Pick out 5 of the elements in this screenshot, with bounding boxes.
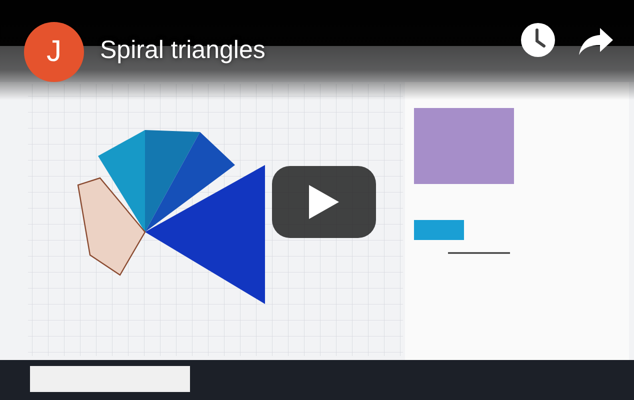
clock-icon[interactable] bbox=[520, 22, 556, 58]
video-title[interactable]: Spiral triangles bbox=[100, 36, 266, 65]
share-icon[interactable] bbox=[578, 26, 614, 56]
play-icon bbox=[309, 185, 339, 219]
play-button[interactable] bbox=[272, 166, 376, 238]
